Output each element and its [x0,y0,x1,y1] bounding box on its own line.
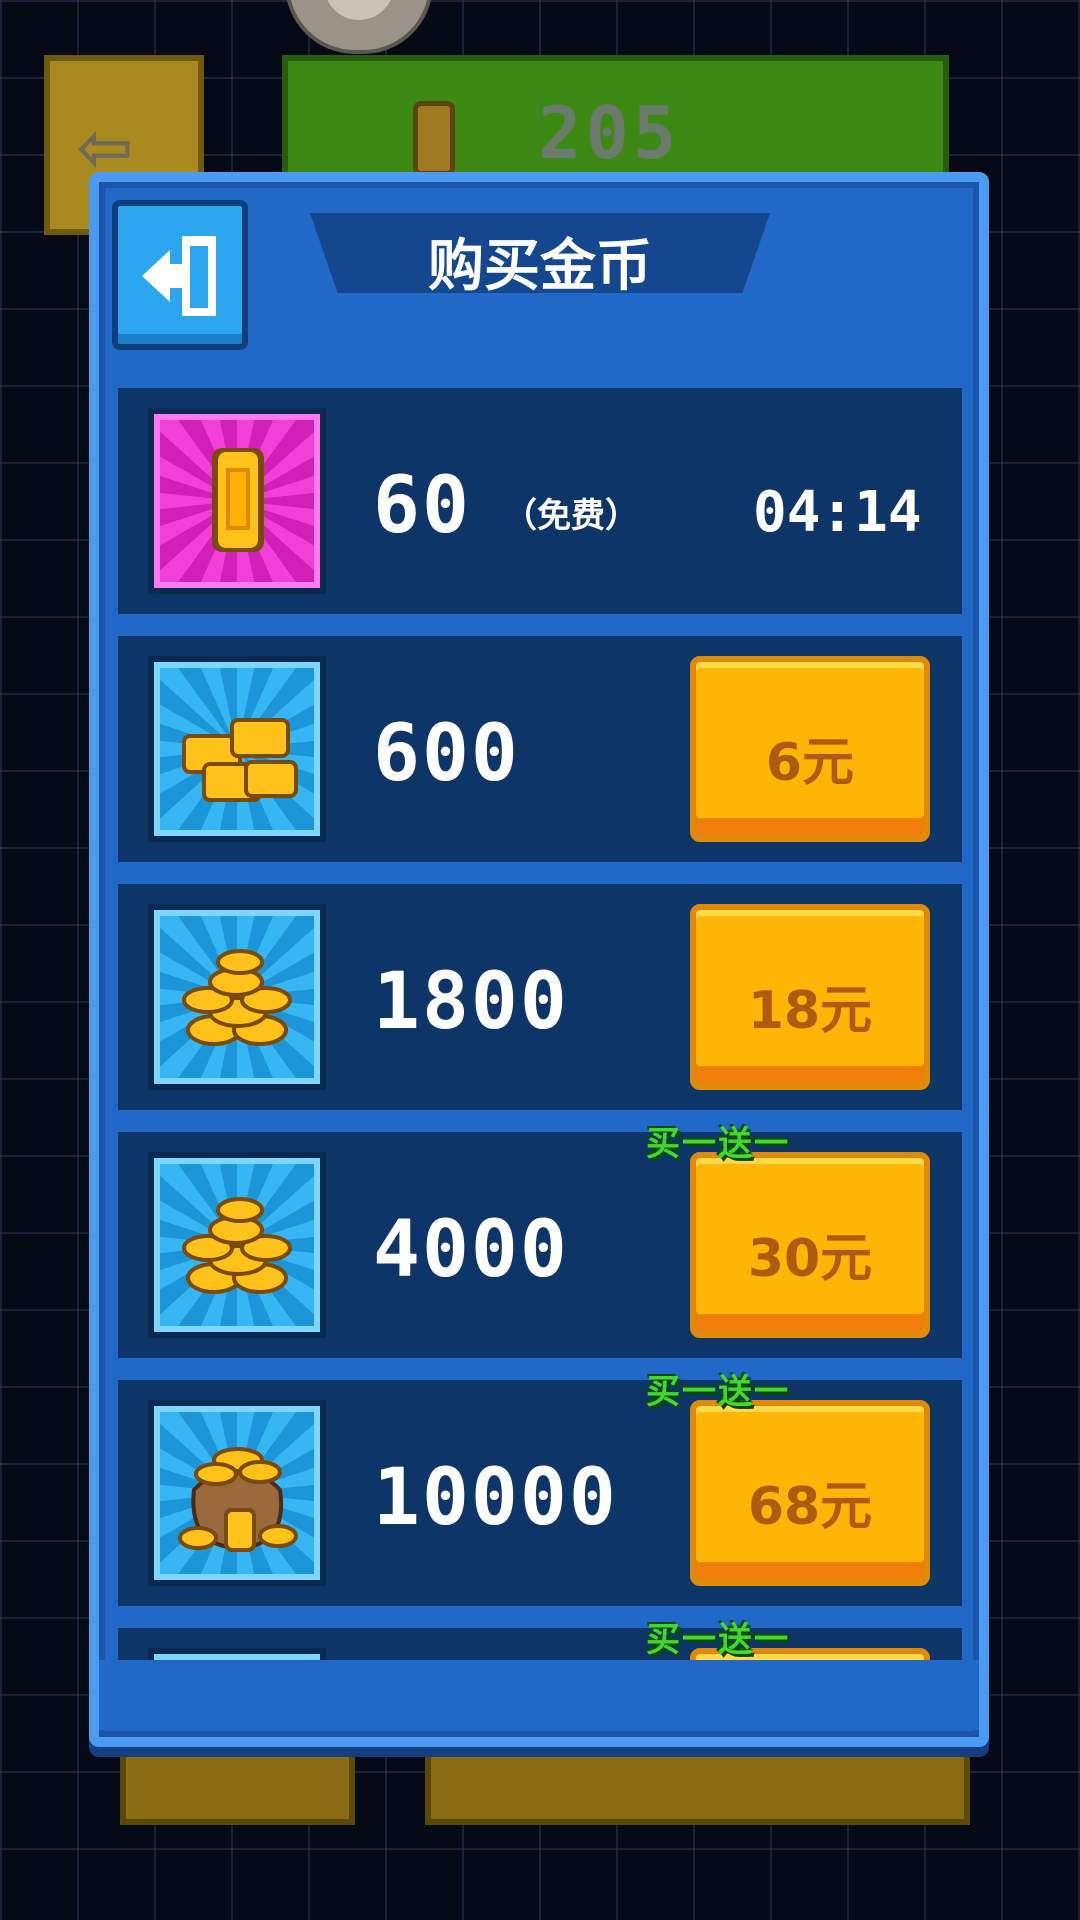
package-amount: 1800 [373,957,569,1047]
dialog-title-banner: 购买金币 [310,213,770,293]
price-label: 30元 [747,1229,873,1289]
bonus-tag: 买一送一 [646,1124,790,1164]
package-row-free: 60 （免费） 04:14 [118,388,962,614]
package-amount: 10000 [373,1453,618,1543]
buy-button[interactable]: 68元 [690,1400,930,1586]
package-row: 10000 68元 买一送一 [118,1372,962,1606]
package-amount: 60 [373,461,471,551]
price-label: 6元 [765,733,855,793]
gold-coin-pile-icon [182,949,292,1046]
avatar-face [324,0,394,20]
package-row: 1800 18元 [118,884,962,1110]
buy-button[interactable]: 18元 [690,904,930,1090]
package-amount: 4000 [373,1205,569,1295]
buy-button[interactable]: 6元 [690,656,930,842]
background-button-right [425,1735,970,1825]
exit-door-icon [142,236,216,316]
free-cooldown-timer: 04:14 [753,480,922,545]
background-button-left [120,1735,355,1825]
dialog-title: 购买金币 [428,234,652,299]
package-icon-frame [148,408,326,594]
close-dialog-button[interactable] [112,200,248,350]
coin-package-list[interactable]: 60 （免费） 04:14 600 6元 1800 18元 4000 30元 买… [118,388,962,1660]
package-icon-frame [148,656,326,842]
gold-coin-sack-icon [178,1447,298,1552]
dialog-bottom-area [99,1660,979,1730]
bonus-tag: 买一送一 [646,1372,790,1412]
gold-coin-pile-icon [182,1197,292,1294]
coin-count: 205 [538,91,681,175]
price-label: 18元 [747,981,873,1041]
single-gold-coin-icon [212,448,264,552]
package-row: 4000 30元 买一送一 [118,1124,962,1358]
package-amount: 600 [373,709,520,799]
package-icon-frame [148,904,326,1090]
player-avatar [285,0,433,54]
coin-icon [413,101,455,176]
package-icon-frame [148,1152,326,1338]
price-label: 68元 [747,1477,873,1537]
gold-bars-icon [182,718,298,802]
free-label: （免费） [503,496,639,536]
buy-button[interactable]: 30元 [690,1152,930,1338]
package-row: 买一送一 [118,1620,962,1660]
bonus-tag: 买一送一 [646,1620,790,1660]
gold-coin-icon [148,1648,326,1660]
package-row: 600 6元 [118,636,962,862]
package-icon-frame [148,1400,326,1586]
